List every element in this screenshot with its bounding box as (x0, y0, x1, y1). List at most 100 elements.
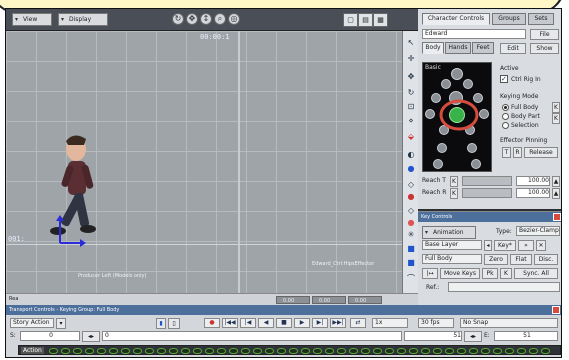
key-marker[interactable] (541, 348, 550, 354)
step-back-button[interactable]: ◀ (258, 318, 274, 328)
key-marker[interactable] (121, 348, 130, 354)
key-marker[interactable] (397, 348, 406, 354)
pose-tool-icon[interactable]: ✳ (405, 229, 417, 240)
effector-knee-left[interactable] (437, 143, 447, 153)
flat-button[interactable]: Flat (510, 254, 532, 265)
layout-split-icon[interactable]: ▤ (358, 13, 373, 27)
next-key-button[interactable]: » (518, 240, 534, 251)
tab-character-controls[interactable]: Character Controls (422, 13, 490, 25)
pk-button[interactable]: Pk (482, 268, 498, 279)
release-button[interactable]: Release (524, 147, 558, 158)
key-marker[interactable] (361, 348, 370, 354)
story-arrow-button[interactable]: ▾ (56, 318, 66, 329)
key-marker[interactable] (469, 348, 478, 354)
effector-head[interactable] (451, 68, 463, 80)
status-field-1[interactable]: 0.00 (276, 296, 310, 304)
status-field-3[interactable]: 0.00 (348, 296, 382, 304)
prev-key-button[interactable]: |◀ (240, 318, 256, 328)
curve-tool-icon[interactable]: ⌒ (405, 273, 417, 284)
radio-body-part[interactable] (502, 113, 509, 120)
timeline-track[interactable]: Action (18, 345, 561, 355)
zoom-nav-icon[interactable]: ⌕ (214, 13, 226, 25)
delete-key-button[interactable]: ✕ (536, 240, 546, 251)
rotate-tool-icon[interactable]: ↻ (405, 87, 417, 98)
key-marker[interactable] (409, 348, 418, 354)
key-marker[interactable] (145, 348, 154, 354)
snap-tool-icon[interactable]: ◇ (405, 205, 417, 216)
frame-step-buttons[interactable]: ◂▸ (82, 331, 100, 342)
disc-button[interactable]: Disc. (534, 254, 558, 265)
camera-tool-icon[interactable]: ■ (405, 243, 417, 254)
current-frame-field[interactable]: 0 (102, 331, 402, 341)
effector-gizmo[interactable] (46, 215, 86, 255)
key-marker[interactable] (229, 348, 238, 354)
speed-select[interactable]: 1x (372, 318, 408, 328)
key-marker[interactable] (349, 348, 358, 354)
view-tool-icon[interactable]: ◐ (405, 149, 417, 160)
move-keys-icon[interactable]: |↦ (422, 268, 438, 279)
reach-r-spinner[interactable]: ▲ (552, 188, 560, 199)
orbit-nav-icon[interactable]: ↻ (172, 13, 184, 25)
close-icon[interactable] (553, 213, 561, 221)
go-start-button[interactable]: |◀◀ (222, 318, 238, 328)
key-marker[interactable] (325, 348, 334, 354)
key-marker[interactable] (169, 348, 178, 354)
key-marker[interactable] (505, 348, 514, 354)
pin-r-button[interactable]: R (513, 147, 522, 158)
edit-menu[interactable]: Edit (500, 43, 526, 54)
blue-square-icon[interactable]: ■ (405, 257, 417, 268)
effector-knee-right[interactable] (467, 143, 477, 153)
tab-groups[interactable]: Groups (492, 13, 526, 25)
reach-r-slider[interactable] (462, 188, 512, 198)
view-menu[interactable]: View (12, 13, 52, 26)
transport-close-icon[interactable] (552, 306, 560, 314)
end-step-buttons[interactable]: ◂▸ (464, 331, 482, 342)
3d-viewport[interactable]: 00:00:1 001: Producer Left (Models only)… (6, 31, 402, 293)
layout-quad-icon[interactable]: ▦ (373, 13, 388, 27)
reach-r-key[interactable]: K (450, 188, 458, 199)
key-marker[interactable] (205, 348, 214, 354)
key-marker[interactable] (481, 348, 490, 354)
red-point-icon[interactable]: ● (405, 217, 417, 228)
key-marker[interactable] (61, 348, 70, 354)
key-marker[interactable] (277, 348, 286, 354)
effector-shoulder-right[interactable] (463, 79, 473, 89)
zero-button[interactable]: Zero (484, 254, 508, 265)
key-marker[interactable] (217, 348, 226, 354)
move-tool-icon[interactable]: ✛ (405, 53, 417, 64)
k-button[interactable]: K (500, 268, 512, 279)
effector-wrist-left[interactable] (425, 109, 435, 119)
radio-selection[interactable] (502, 122, 509, 129)
radio-full-body[interactable] (502, 104, 509, 111)
reach-t-key[interactable]: K (450, 176, 458, 187)
keying-k-button-1[interactable]: K (552, 102, 560, 113)
key-marker[interactable] (85, 348, 94, 354)
camera-nav-icon[interactable]: ◎ (228, 13, 240, 25)
key-marker[interactable] (289, 348, 298, 354)
blue-sphere-icon[interactable]: ● (405, 163, 417, 174)
effector-ankle-right[interactable] (471, 159, 481, 169)
key-marker[interactable] (385, 348, 394, 354)
effector-shoulder-left[interactable] (441, 79, 451, 89)
wire-icon[interactable]: ◇ (405, 179, 417, 190)
ctrl-rig-checkbox[interactable]: ✓ (500, 75, 508, 83)
key-marker[interactable] (529, 348, 538, 354)
key-marker[interactable] (517, 348, 526, 354)
key-marker[interactable] (457, 348, 466, 354)
record-button[interactable]: ● (204, 318, 220, 328)
subtab-feet[interactable]: Feet (472, 42, 494, 54)
sync-all-button[interactable]: Sync. All (514, 268, 558, 279)
key-marker[interactable] (433, 348, 442, 354)
start-field[interactable]: 0 (20, 331, 80, 341)
key-marker[interactable] (421, 348, 430, 354)
pin-t-button[interactable]: T (502, 147, 511, 158)
key-marker[interactable] (253, 348, 262, 354)
reach-r-value[interactable]: 100.00 (516, 188, 550, 198)
key-marker[interactable] (337, 348, 346, 354)
key-marker[interactable] (181, 348, 190, 354)
subtab-body[interactable]: Body (422, 42, 444, 54)
reach-t-spinner[interactable]: ▲ (552, 176, 560, 187)
end-field[interactable]: 51 (494, 331, 558, 341)
character-selector[interactable]: Edward (422, 29, 526, 39)
full-body-select[interactable]: Full Body (422, 254, 482, 264)
